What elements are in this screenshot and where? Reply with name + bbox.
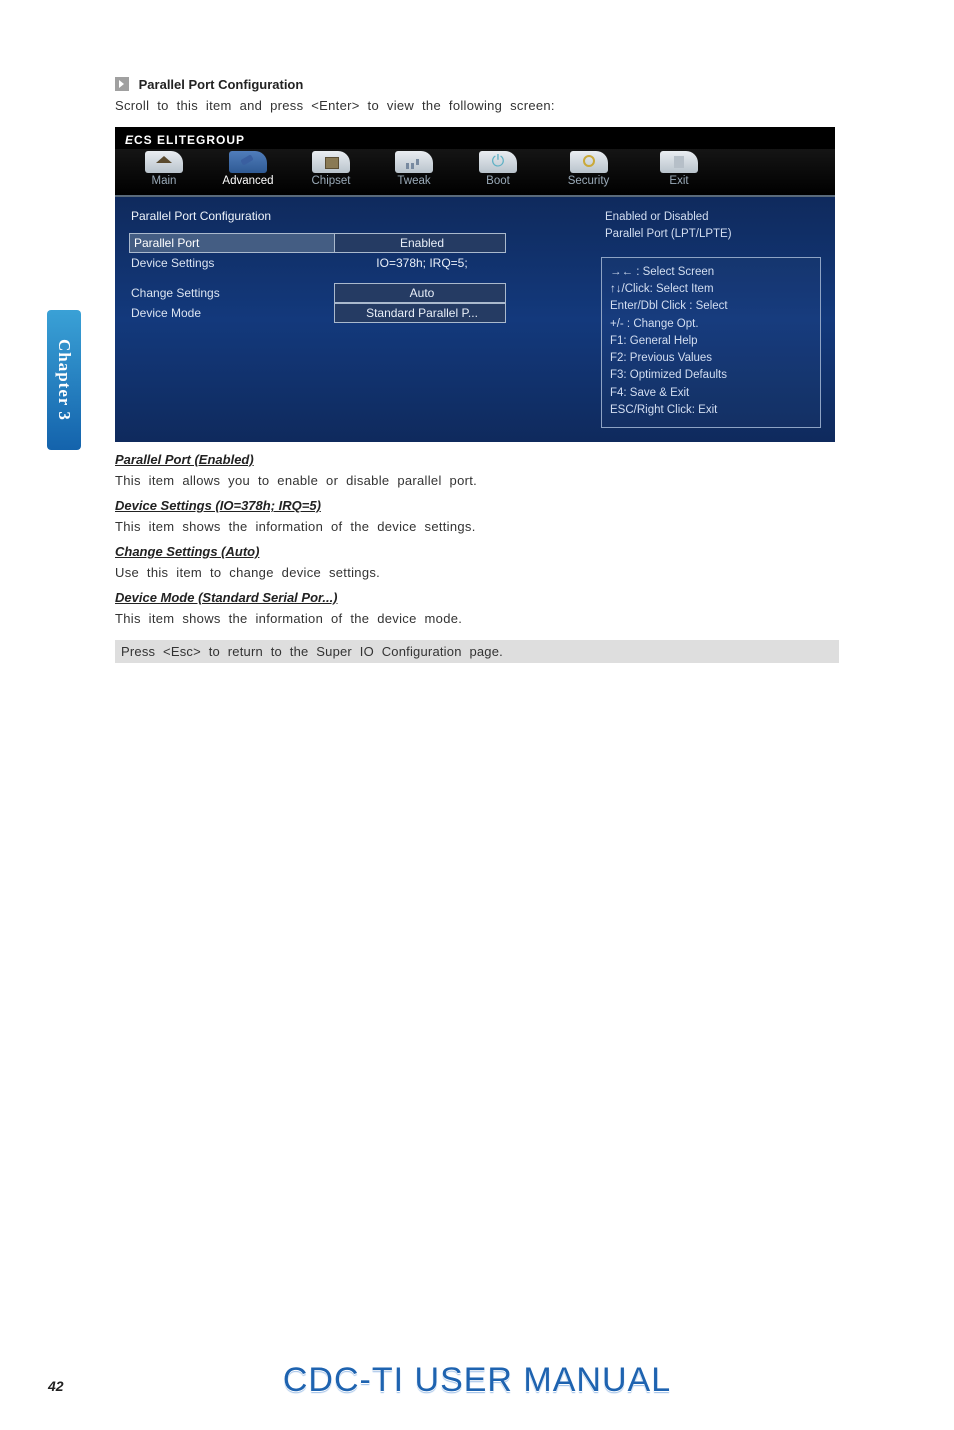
value-device-settings: IO=378h; IRQ=5; [334, 256, 506, 270]
help-description: Enabled or Disabled Parallel Port (LPT/L… [601, 207, 821, 242]
section-title-row: Parallel Port Configuration [115, 75, 839, 92]
help-esc: ESC/Right Click: Exit [610, 402, 812, 419]
tab-chipset-label: Chipset [291, 175, 371, 187]
value-parallel-port: Enabled [334, 233, 506, 253]
bios-settings-pane: Parallel Port Configuration Parallel Por… [129, 207, 559, 428]
row-device-mode[interactable]: Device Mode Standard Parallel P... [129, 303, 559, 323]
bios-help-pane: Enabled or Disabled Parallel Port (LPT/L… [601, 207, 821, 428]
value-device-mode: Standard Parallel P... [334, 303, 506, 323]
page-number: 42 [48, 1378, 64, 1394]
tab-tweak-label: Tweak [373, 175, 455, 187]
label-device-settings: Device Settings [129, 256, 334, 270]
bios-body: Parallel Port Configuration Parallel Por… [115, 197, 835, 442]
wrench-icon [229, 151, 267, 173]
tab-advanced-label: Advanced [207, 175, 289, 187]
scroll-hint-text: Scroll to this item and press <Enter> to… [115, 98, 839, 113]
exit-icon [660, 151, 698, 173]
chip-icon [312, 151, 350, 173]
help-f1: F1: General Help [610, 333, 812, 350]
help-keys-box: →← : Select Screen ↑↓/Click: Select Item… [601, 257, 821, 428]
tab-boot-label: Boot [457, 175, 539, 187]
note-strip: Press <Esc> to return to the Super IO Co… [115, 640, 839, 663]
text-change-settings: Use this item to change device settings. [115, 565, 839, 580]
label-change-settings: Change Settings [129, 286, 334, 300]
help-line1: Enabled or Disabled [605, 209, 817, 226]
bios-window: ECS ELITEGROUP Main Advanced Chipset Twe… [115, 127, 835, 442]
bios-heading: Parallel Port Configuration [131, 209, 559, 223]
home-icon [145, 151, 183, 173]
label-device-mode: Device Mode [129, 306, 334, 320]
tab-exit-label: Exit [638, 175, 720, 187]
help-f4: F4: Save & Exit [610, 385, 812, 402]
text-device-mode: This item shows the information of the d… [115, 611, 839, 626]
tab-security[interactable]: Security [541, 151, 636, 195]
chevron-right-icon [115, 77, 129, 91]
row-parallel-port[interactable]: Parallel Port Enabled [129, 233, 559, 253]
tab-tweak[interactable]: Tweak [373, 151, 455, 195]
help-f3: F3: Optimized Defaults [610, 367, 812, 384]
section-title: Parallel Port Configuration [139, 77, 304, 92]
text-parallel-port: This item allows you to enable or disabl… [115, 473, 839, 488]
heading-change-settings: Change Settings (Auto) [115, 544, 839, 559]
key-icon [570, 151, 608, 173]
tab-main[interactable]: Main [123, 151, 205, 195]
help-select-item: ↑↓/Click: Select Item [610, 281, 812, 298]
value-change-settings: Auto [334, 283, 506, 303]
side-chapter-tab: Chapter 3 [47, 310, 81, 450]
footer-title: CDC-TI USER MANUAL [0, 1361, 954, 1400]
bios-brand: ECS ELITEGROUP [115, 127, 835, 149]
label-parallel-port: Parallel Port [129, 233, 334, 253]
power-icon: ⏻ [479, 151, 517, 173]
row-device-settings: Device Settings IO=378h; IRQ=5; [129, 253, 559, 273]
bars-icon [395, 151, 433, 173]
tab-chipset[interactable]: Chipset [291, 151, 371, 195]
help-change: +/- : Change Opt. [610, 316, 812, 333]
heading-device-mode: Device Mode (Standard Serial Por...) [115, 590, 839, 605]
bios-tabbar: Main Advanced Chipset Tweak ⏻ Boot Secur… [115, 149, 835, 197]
tab-security-label: Security [541, 175, 636, 187]
heading-parallel-port: Parallel Port (Enabled) [115, 452, 839, 467]
tab-advanced[interactable]: Advanced [207, 151, 289, 195]
tab-main-label: Main [123, 175, 205, 187]
page-content: Parallel Port Configuration Scroll to th… [0, 0, 954, 663]
text-device-settings: This item shows the information of the d… [115, 519, 839, 534]
side-chapter-label: Chapter 3 [54, 339, 74, 421]
heading-device-settings: Device Settings (IO=378h; IRQ=5) [115, 498, 839, 513]
tab-boot[interactable]: ⏻ Boot [457, 151, 539, 195]
tab-exit[interactable]: Exit [638, 151, 720, 195]
help-line2: Parallel Port (LPT/LPTE) [605, 226, 817, 243]
row-change-settings[interactable]: Change Settings Auto [129, 283, 559, 303]
help-select-screen: →← : Select Screen [610, 264, 812, 281]
help-enter: Enter/Dbl Click : Select [610, 298, 812, 315]
help-f2: F2: Previous Values [610, 350, 812, 367]
